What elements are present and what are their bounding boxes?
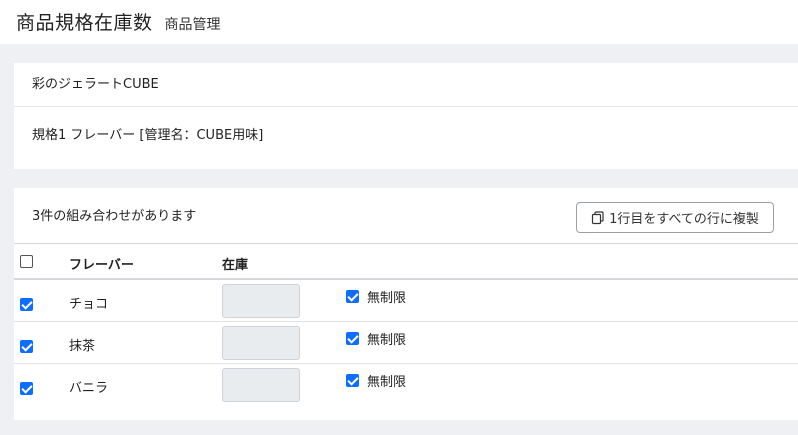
combination-count: 3件の組み合わせがあります: [32, 209, 197, 224]
stock-input[interactable]: [222, 368, 300, 402]
column-header-stock: 在庫: [222, 258, 249, 273]
product-name: 彩のジェラートCUBE: [14, 63, 798, 107]
unlimited-checkbox[interactable]: [346, 332, 359, 345]
stock-input[interactable]: [222, 326, 300, 360]
table-row: チョコ 無制限: [14, 280, 798, 322]
unlimited-label: 無制限: [367, 375, 407, 390]
column-header-flavor: フレーバー: [69, 258, 134, 273]
stock-card: 3件の組み合わせがあります 1行目をすべての行に複製 フレーバー 在庫 チョコ …: [14, 188, 798, 420]
unlimited-toggle[interactable]: 無制限: [346, 371, 406, 390]
unlimited-checkbox[interactable]: [346, 290, 359, 303]
spec-line: 規格1 フレーバー [管理名：CUBE用味]: [32, 128, 264, 143]
table-row: バニラ 無制限: [14, 364, 798, 406]
row-flavor: チョコ: [69, 297, 109, 312]
stock-toolbar: 3件の組み合わせがあります 1行目をすべての行に複製: [14, 188, 798, 244]
select-all-checkbox[interactable]: [20, 255, 33, 268]
unlimited-toggle[interactable]: 無制限: [346, 329, 406, 348]
copy-icon: [591, 210, 605, 225]
table-row: 抹茶 無制限: [14, 322, 798, 364]
stock-table-header: フレーバー 在庫: [14, 244, 798, 280]
stock-input[interactable]: [222, 284, 300, 318]
unlimited-toggle[interactable]: 無制限: [346, 287, 406, 306]
page-header: 商品規格在庫数 商品管理: [0, 0, 798, 44]
unlimited-checkbox[interactable]: [346, 374, 359, 387]
row-checkbox[interactable]: [20, 298, 33, 311]
row-checkbox[interactable]: [20, 382, 33, 395]
unlimited-label: 無制限: [367, 333, 407, 348]
page-subtitle: 商品管理: [164, 17, 221, 33]
page-title: 商品規格在庫数: [16, 12, 153, 34]
row-flavor: バニラ: [69, 381, 109, 396]
product-card: 彩のジェラートCUBE 規格1 フレーバー [管理名：CUBE用味]: [14, 63, 798, 169]
row-checkbox[interactable]: [20, 340, 33, 353]
copy-first-row-button[interactable]: 1行目をすべての行に複製: [576, 202, 774, 233]
unlimited-label: 無制限: [367, 291, 407, 306]
row-flavor: 抹茶: [69, 339, 96, 354]
copy-button-label: 1行目をすべての行に複製: [609, 212, 759, 227]
